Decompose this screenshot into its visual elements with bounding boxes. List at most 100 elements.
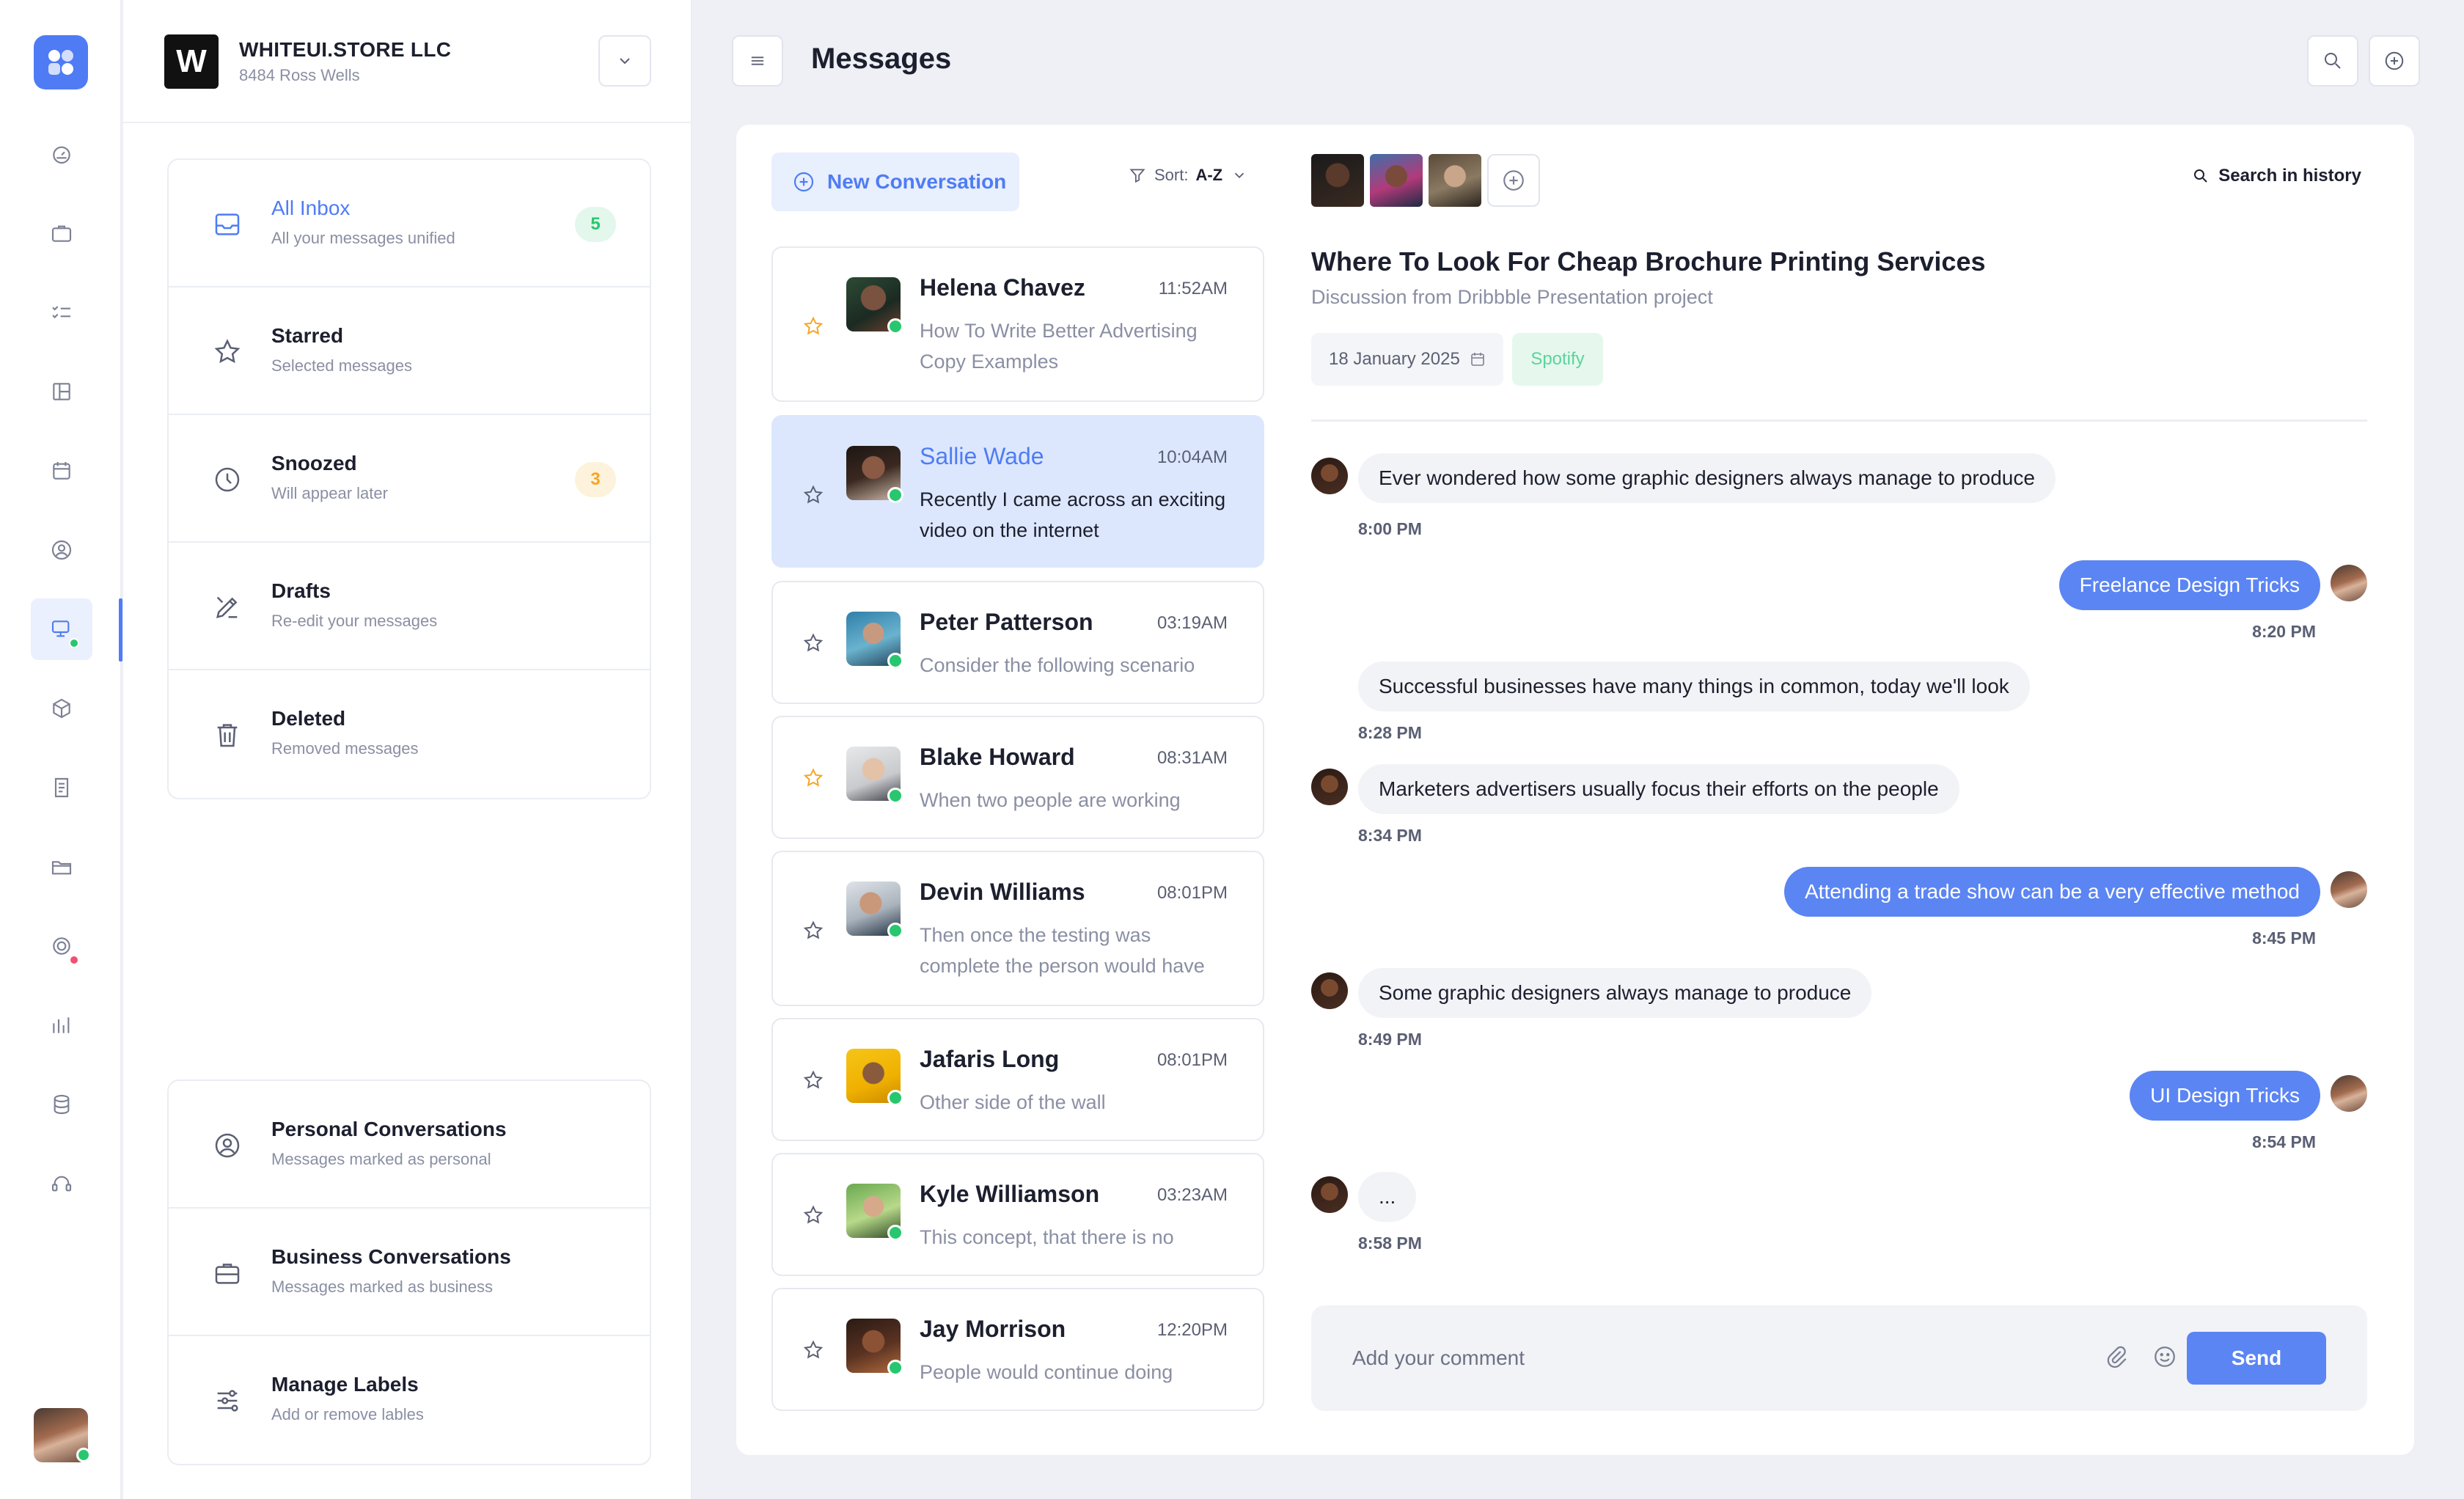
- briefcase-icon: [51, 225, 72, 242]
- folder-business-conversations[interactable]: Business Conversations Messages marked a…: [169, 1209, 650, 1336]
- folder-starred[interactable]: Starred Selected messages: [169, 287, 650, 415]
- chat-date: 18 January 2025: [1329, 349, 1460, 369]
- message-preview: Consider the following scenario: [920, 654, 1195, 676]
- nav-database[interactable]: [31, 1074, 92, 1135]
- participant-avatar[interactable]: [1311, 154, 1364, 207]
- add-button[interactable]: [2369, 35, 2420, 87]
- conversation-item[interactable]: Peter Patterson 03:19AM Consider the fol…: [771, 581, 1264, 704]
- conversation-item[interactable]: Kyle Williamson 03:23AM This concept, th…: [771, 1153, 1264, 1276]
- online-indicator: [887, 653, 903, 669]
- nav-messages[interactable]: [31, 598, 92, 660]
- label-folders: Personal Conversations Messages marked a…: [167, 1080, 651, 1465]
- app-logo[interactable]: [34, 35, 88, 89]
- nav-layout[interactable]: [31, 361, 92, 422]
- conversation-item[interactable]: Sallie Wade 10:04AM Recently I came acro…: [771, 415, 1264, 568]
- edit-icon: [213, 593, 242, 622]
- conversation-item[interactable]: Blake Howard 08:31AM When two people are…: [771, 716, 1264, 839]
- nav-contacts[interactable]: [31, 519, 92, 581]
- nav-calendar[interactable]: [31, 440, 92, 502]
- package-icon: [53, 698, 70, 719]
- participant-avatar[interactable]: [1370, 154, 1423, 207]
- nav-invoices[interactable]: [31, 757, 92, 818]
- message-time: 8:20 PM: [2252, 622, 2316, 641]
- hamburger-icon: [751, 56, 764, 65]
- chat-title: Where To Look For Cheap Brochure Printin…: [1311, 246, 1986, 276]
- star-icon[interactable]: [802, 1069, 824, 1091]
- new-conversation-button[interactable]: New Conversation: [771, 153, 1019, 211]
- message-bubble: Freelance Design Tricks: [2058, 560, 2320, 610]
- task-list-icon: [52, 306, 70, 319]
- nav-support[interactable]: [31, 1153, 92, 1214]
- message-time: 03:23AM: [1156, 1185, 1228, 1205]
- participant-avatar[interactable]: [1429, 154, 1481, 207]
- online-dot: [69, 638, 79, 648]
- contact-name: Sallie Wade: [920, 443, 1044, 469]
- menu-toggle-button[interactable]: [732, 35, 783, 87]
- star-filled-icon[interactable]: [802, 767, 824, 789]
- company-switcher[interactable]: W WHITEUI.STORE LLC 8484 Ross Wells: [164, 34, 451, 89]
- company-dropdown-button[interactable]: [598, 35, 651, 87]
- search-history-button[interactable]: Search in history: [2192, 166, 2361, 186]
- database-icon: [54, 1094, 70, 1115]
- company-address: 8484 Ross Wells: [239, 66, 360, 84]
- star-filled-icon[interactable]: [802, 315, 824, 337]
- message-composer: Send: [1311, 1305, 2367, 1411]
- message-bubble: UI Design Tricks: [2130, 1071, 2320, 1121]
- add-participant-button[interactable]: [1487, 154, 1540, 207]
- typing-indicator: ...: [1358, 1172, 1417, 1222]
- folder-panel: W WHITEUI.STORE LLC 8484 Ross Wells All …: [123, 0, 692, 1499]
- star-icon[interactable]: [802, 484, 824, 506]
- star-icon[interactable]: [802, 1339, 824, 1361]
- nav-projects[interactable]: [31, 202, 92, 264]
- folder-deleted[interactable]: Deleted Removed messages: [169, 670, 650, 798]
- nav-dashboard[interactable]: [31, 123, 92, 185]
- conversation-item[interactable]: Jafaris Long 08:01PM Other side of the w…: [771, 1018, 1264, 1141]
- chevron-down-icon: [1234, 172, 1244, 179]
- snoozed-count-badge: 3: [575, 462, 616, 497]
- attach-button[interactable]: [2102, 1342, 2131, 1371]
- star-icon[interactable]: [802, 1204, 824, 1226]
- folder-all-inbox[interactable]: All Inbox All your messages unified 5: [169, 160, 650, 287]
- invoice-icon: [54, 777, 69, 798]
- emoji-button[interactable]: [2150, 1342, 2179, 1371]
- project-tag[interactable]: Spotify: [1512, 333, 1603, 386]
- sort-dropdown[interactable]: Sort: A-Z: [1128, 166, 1247, 185]
- plus-circle-icon: [1503, 170, 1524, 191]
- global-search-button[interactable]: [2307, 35, 2358, 87]
- sender-avatar: [1311, 972, 1348, 1009]
- mailbox-folders: All Inbox All your messages unified 5 St…: [167, 158, 651, 799]
- message-bubble: Some graphic designers always manage to …: [1358, 968, 1872, 1018]
- my-avatar: [2331, 1075, 2367, 1112]
- send-button[interactable]: Send: [2187, 1332, 2326, 1385]
- folder-title: Drafts: [271, 579, 331, 602]
- message-time: 08:01PM: [1156, 883, 1228, 903]
- message-bubble: Successful businesses have many things i…: [1358, 661, 2030, 711]
- online-indicator: [887, 487, 903, 503]
- active-nav-marker: [119, 598, 122, 661]
- conversation-item[interactable]: Devin Williams 08:01PM Then once the tes…: [771, 851, 1264, 1006]
- date-chip: 18 January 2025: [1311, 333, 1503, 386]
- star-icon[interactable]: [802, 920, 824, 942]
- page-title: Messages: [811, 43, 952, 75]
- nav-files[interactable]: [31, 836, 92, 898]
- filter-icon: [1129, 169, 1145, 183]
- conversation-item[interactable]: Jay Morrison 12:20PM People would contin…: [771, 1288, 1264, 1411]
- folder-personal-conversations[interactable]: Personal Conversations Messages marked a…: [169, 1081, 650, 1209]
- online-indicator: [887, 923, 903, 939]
- nav-products[interactable]: [31, 678, 92, 739]
- message-preview: Other side of the wall: [920, 1091, 1106, 1113]
- folder-snoozed[interactable]: Snoozed Will appear later 3: [169, 415, 650, 543]
- message-time: 12:20PM: [1156, 1320, 1228, 1340]
- clock-icon: [213, 465, 242, 494]
- folder-title: Snoozed: [271, 452, 357, 474]
- star-icon[interactable]: [802, 632, 824, 654]
- folder-manage-labels[interactable]: Manage Labels Add or remove lables: [169, 1336, 650, 1464]
- comment-input[interactable]: [1352, 1332, 2086, 1385]
- message-bubble: Attending a trade show can be a very eff…: [1783, 867, 2320, 917]
- conversation-item[interactable]: Helena Chavez 11:52AM How To Write Bette…: [771, 246, 1264, 402]
- folder-drafts[interactable]: Drafts Re-edit your messages: [169, 543, 650, 670]
- nav-tasks[interactable]: [31, 282, 92, 343]
- folder-subtitle: Add or remove lables: [271, 1405, 424, 1423]
- nav-goals[interactable]: [31, 915, 92, 977]
- nav-analytics[interactable]: [31, 994, 92, 1056]
